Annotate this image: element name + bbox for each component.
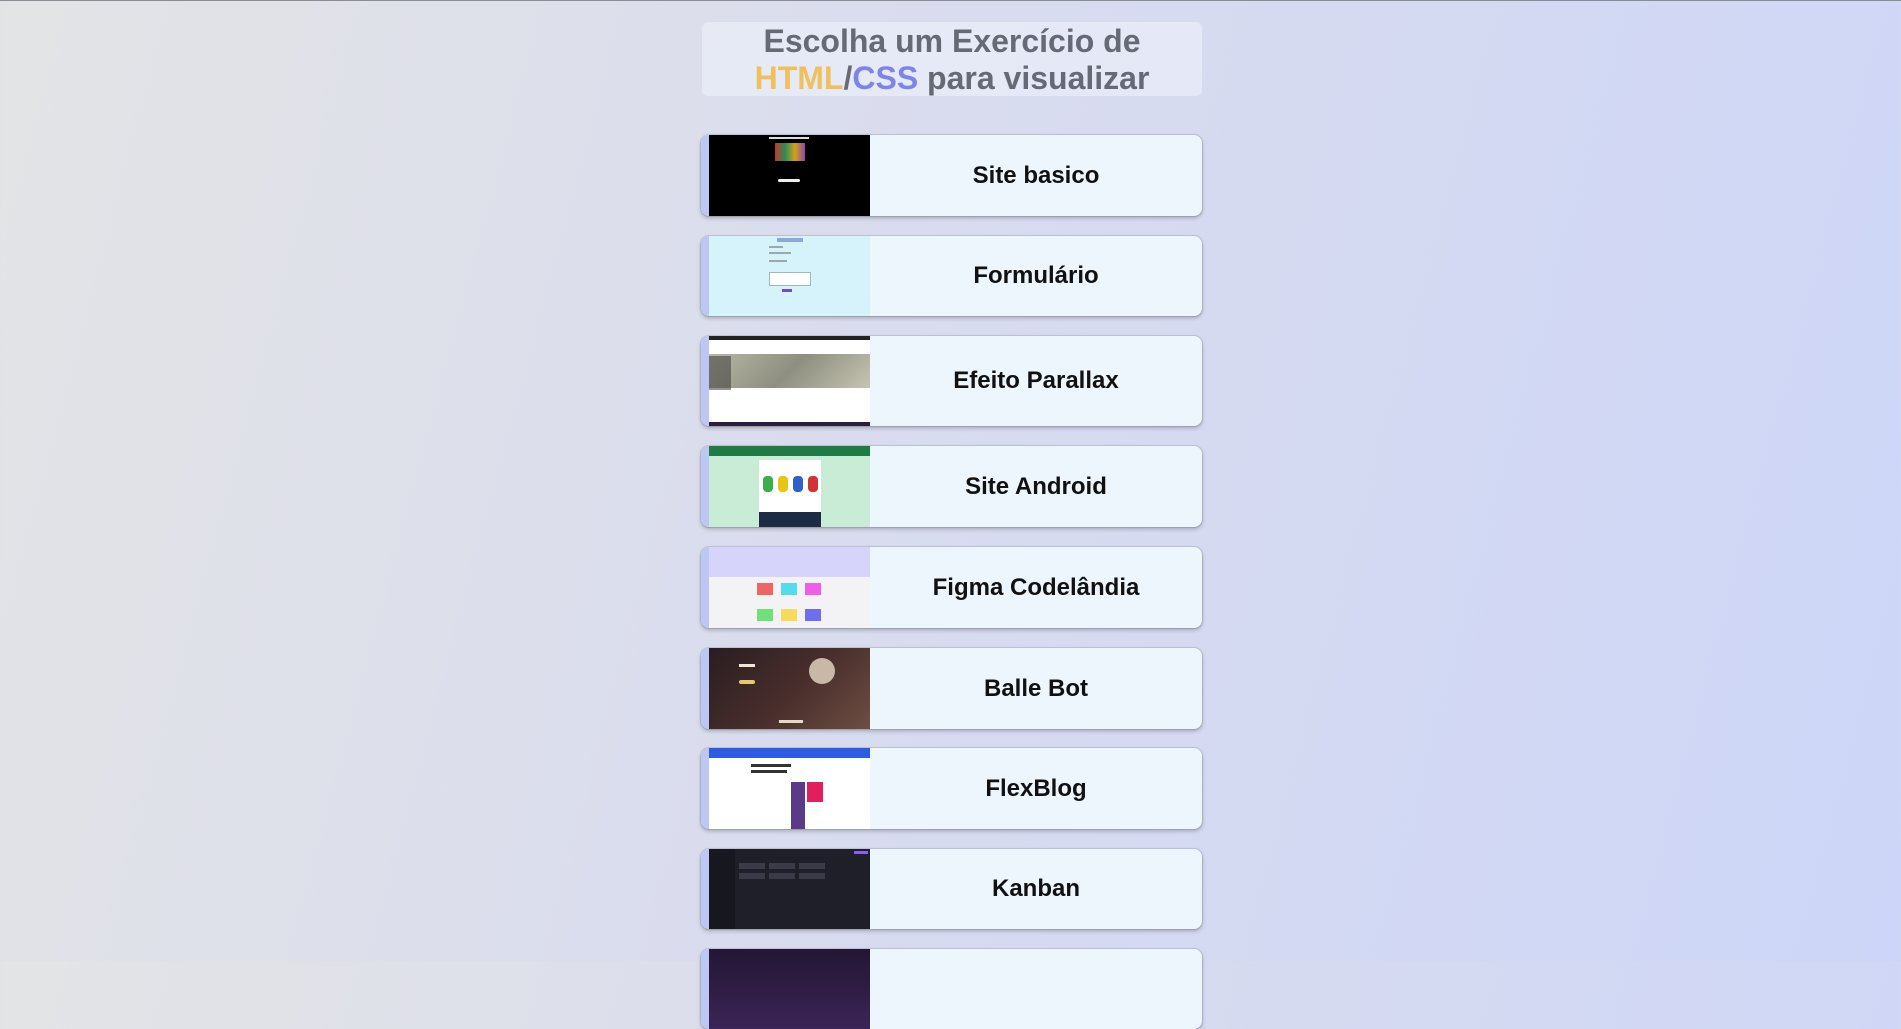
page-title: Escolha um Exercício de HTML/CSS para vi…: [702, 22, 1202, 96]
exercise-card-label: FlexBlog: [985, 774, 1087, 802]
thumbnail-flexblog: [709, 748, 870, 829]
exercise-card-efeito-parallax[interactable]: Efeito Parallax: [701, 336, 1202, 426]
exercise-card-label: Figma Codelândia: [932, 573, 1140, 601]
thumbnail-site-basico: [709, 135, 870, 216]
thumbnail-next: [709, 949, 870, 1029]
exercise-card-flexblog[interactable]: FlexBlog: [701, 748, 1202, 829]
title-line-1: Escolha um Exercício de: [763, 23, 1141, 59]
thumbnail-efeito-parallax: [709, 336, 870, 426]
thumbnail-kanban: [709, 849, 870, 929]
exercise-card-label: [870, 949, 1202, 1029]
thumbnail-site-android: [709, 446, 870, 527]
exercise-card-figma-codelandia[interactable]: Figma Codelândia: [701, 547, 1202, 628]
exercise-card-label: Site basico: [972, 161, 1100, 189]
exercise-card-label: Site Android: [965, 472, 1107, 500]
thumbnail-balle-bot: [709, 648, 870, 729]
title-line-2: HTML/CSS para visualizar: [702, 60, 1202, 97]
exercise-card-kanban[interactable]: Kanban: [701, 849, 1202, 929]
title-html-word: HTML: [754, 60, 844, 96]
exercise-card-site-basico[interactable]: Site basico: [701, 135, 1202, 216]
thumbnail-figma-codelandia: [709, 547, 870, 628]
thumbnail-formulario: [709, 236, 870, 316]
exercise-card-site-android[interactable]: Site Android: [701, 446, 1202, 527]
exercise-card-label: Kanban: [991, 875, 1080, 902]
exercise-card-formulario[interactable]: Formulário: [701, 236, 1202, 316]
exercise-card-next[interactable]: [701, 949, 1202, 1029]
exercise-card-label: Efeito Parallax: [953, 367, 1119, 394]
title-css-word: CSS: [852, 60, 919, 96]
exercise-card-label: Balle Bot: [983, 674, 1088, 702]
exercise-card-label: Formulário: [973, 262, 1099, 289]
title-line-2-rest: para visualizar: [918, 60, 1150, 96]
exercise-card-balle-bot[interactable]: Balle Bot: [701, 648, 1202, 729]
